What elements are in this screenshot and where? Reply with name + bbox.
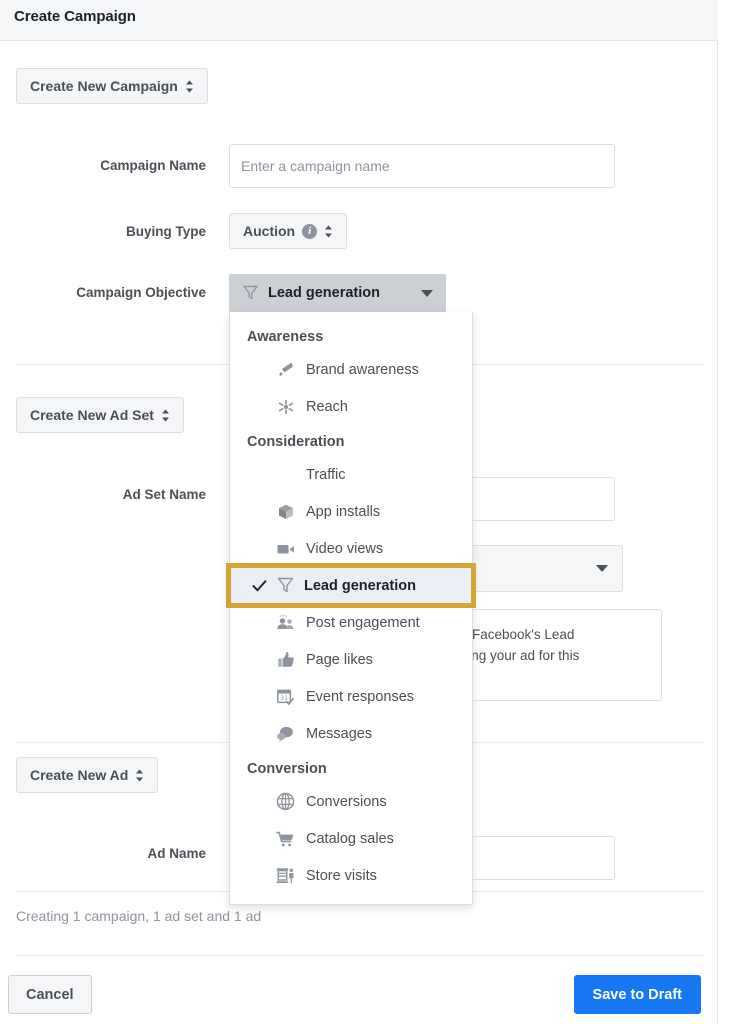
hint-line-2: ating your ad for this	[457, 648, 580, 663]
menu-item-label: Lead generation	[304, 577, 416, 594]
menu-group-title: Awareness	[247, 329, 324, 345]
menu-item-label: Brand awareness	[306, 361, 419, 378]
megaphone-icon	[276, 360, 295, 379]
create-new-ad-set-button[interactable]: Create New Ad Set	[16, 397, 184, 433]
menu-item-label: Catalog sales	[306, 830, 394, 847]
menu-item-event-responses[interactable]: 31 Event responses	[230, 678, 472, 715]
menu-item-messages[interactable]: Messages	[230, 715, 472, 752]
campaign-objective-menu[interactable]: Awareness Brand awareness Reach Considerati…	[226, 312, 476, 905]
menu-item-conversions[interactable]: Conversions	[230, 783, 472, 820]
up-down-arrows-icon	[161, 409, 170, 422]
menu-item-label: Store visits	[306, 867, 377, 884]
menu-item-label: Reach	[306, 398, 348, 415]
menu-item-reach[interactable]: Reach	[230, 388, 472, 425]
starburst-icon	[276, 397, 295, 416]
funnel-icon	[242, 285, 259, 302]
shopping-cart-icon	[276, 829, 295, 848]
calendar-check-icon: 31	[276, 687, 295, 706]
creation-summary-status: Creating 1 campaign, 1 ad set and 1 ad	[16, 908, 262, 924]
create-new-ad-button[interactable]: Create New Ad	[16, 757, 159, 793]
campaign-objective-dropdown-trigger[interactable]: Lead generation	[229, 274, 446, 312]
chevron-down-icon	[421, 289, 433, 297]
chat-bubbles-icon	[276, 724, 295, 743]
menu-item-label: Post engagement	[306, 614, 420, 631]
funnel-icon	[276, 576, 295, 595]
footer-divider	[16, 955, 704, 956]
cube-icon	[276, 502, 295, 521]
ad-set-name-label: Ad Set Name	[122, 487, 206, 502]
menu-item-catalog-sales[interactable]: Catalog sales	[230, 820, 472, 857]
ad-name-label: Ad Name	[147, 846, 206, 861]
menu-item-brand-awareness[interactable]: Brand awareness	[230, 351, 472, 388]
create-new-ad-label: Create New Ad	[30, 767, 129, 783]
menu-item-label: Page likes	[306, 651, 373, 668]
video-camera-icon	[276, 539, 295, 558]
menu-item-label: App installs	[306, 503, 381, 520]
create-new-ad-set-label: Create New Ad Set	[30, 407, 154, 423]
globe-icon	[276, 792, 295, 811]
storefront-icon	[276, 866, 295, 885]
campaign-objective-label: Campaign Objective	[76, 285, 206, 300]
check-icon	[252, 578, 267, 593]
menu-group-title: Conversion	[247, 761, 327, 777]
buying-type-button[interactable]: Auction i	[229, 213, 348, 249]
menu-item-label: Traffic	[306, 466, 346, 483]
menu-item-app-installs[interactable]: App installs	[230, 493, 472, 530]
campaign-name-input[interactable]: Enter a campaign name	[229, 144, 615, 188]
panel-right-edge	[717, 41, 718, 1024]
up-down-arrows-icon	[185, 80, 194, 93]
create-new-campaign-button[interactable]: Create New Campaign	[16, 68, 208, 104]
chevron-down-icon	[596, 565, 608, 572]
page-header: Create Campaign	[0, 0, 718, 41]
menu-item-video-views[interactable]: Video views	[230, 530, 472, 567]
buying-type-value: Auction	[243, 223, 296, 239]
cancel-button[interactable]: Cancel	[8, 975, 92, 1014]
menu-item-traffic[interactable]: Traffic	[230, 456, 472, 493]
info-icon[interactable]: i	[302, 223, 318, 239]
menu-item-label: Conversions	[306, 793, 387, 810]
menu-item-label: Messages	[306, 725, 373, 742]
campaign-name-label: Campaign Name	[100, 158, 206, 173]
save-to-draft-button[interactable]: Save to Draft	[573, 975, 701, 1014]
buying-type-label: Buying Type	[125, 224, 206, 239]
menu-group-title: Consideration	[247, 434, 345, 450]
thumbs-up-icon	[276, 650, 295, 669]
menu-item-page-likes[interactable]: Page likes	[230, 641, 472, 678]
menu-item-label: Event responses	[306, 688, 415, 705]
menu-item-lead-generation[interactable]: Lead generation	[226, 563, 476, 608]
campaign-objective-value: Lead generation	[268, 285, 380, 301]
menu-item-label: Video views	[306, 540, 384, 557]
menu-item-store-visits[interactable]: Store visits	[230, 857, 472, 894]
people-group-icon	[276, 613, 295, 632]
up-down-arrows-icon	[135, 769, 144, 782]
create-campaign-page: Create Campaign Create New Campaign Camp…	[0, 0, 730, 1024]
up-down-arrows-icon	[324, 225, 333, 238]
lead-ads-terms-hint: ot Facebook's Lead ating your ad for thi…	[440, 609, 662, 701]
campaign-name-placeholder: Enter a campaign name	[241, 158, 390, 174]
menu-item-post-engagement[interactable]: Post engagement	[230, 604, 472, 641]
create-new-campaign-label: Create New Campaign	[30, 78, 178, 94]
hint-line-1: ot Facebook's Lead	[457, 627, 575, 642]
page-title: Create Campaign	[14, 8, 136, 25]
